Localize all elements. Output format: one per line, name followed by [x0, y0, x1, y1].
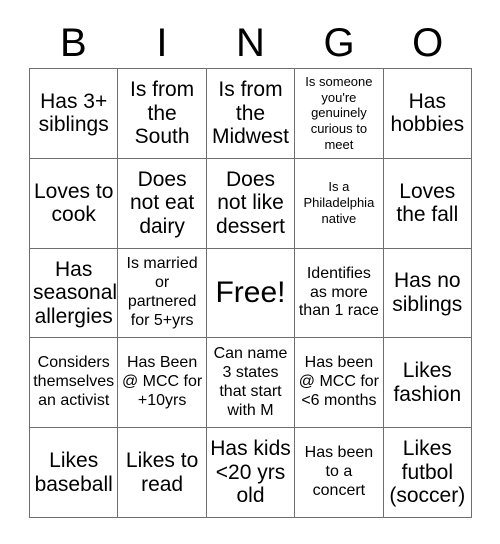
free-space-label: Free!	[215, 276, 286, 310]
bingo-cell-label: Has seasonal allergies	[33, 257, 118, 328]
bingo-cell-label: Is married or partnered for 5+yrs	[126, 255, 198, 329]
bingo-cell-b3[interactable]: Has seasonal allergies	[30, 248, 119, 339]
bingo-cell-g3[interactable]: Identifies as more than 1 race	[295, 248, 384, 339]
bingo-cell-label: Is from the South	[130, 78, 195, 149]
bingo-cell-i3[interactable]: Is married or partnered for 5+yrs	[118, 248, 207, 339]
bingo-header-letter-b: B	[59, 20, 87, 65]
bingo-cell-label: Does not eat dairy	[129, 167, 195, 238]
bingo-cell-label: Loves the fall	[396, 179, 459, 227]
bingo-cell-label: Considers themselves an activist	[33, 354, 115, 410]
bingo-cell-label: Is a Philadelphia native	[303, 179, 375, 227]
bingo-cell-label: Is someone you're genuinely curious to m…	[305, 73, 373, 153]
bingo-cell-i4[interactable]: Has Been @ MCC for +10yrs	[118, 338, 207, 429]
bingo-cell-n4[interactable]: Can name 3 states that start with M	[206, 338, 296, 429]
bingo-cell-b4[interactable]: Considers themselves an activist	[30, 338, 119, 429]
bingo-cell-label: Has kids <20 yrs old	[210, 437, 291, 508]
bingo-cell-b5[interactable]: Likes baseball	[30, 428, 119, 518]
bingo-cell-label: Can name 3 states that start with M	[213, 345, 288, 419]
bingo-grid: Has 3+ siblings Is from the South Is fro…	[29, 68, 472, 518]
bingo-cell-g4[interactable]: Has been @ MCC for <6 months	[295, 338, 384, 429]
bingo-cell-free-space[interactable]: Free!	[206, 248, 296, 339]
bingo-cell-label: Likes fashion	[393, 359, 462, 406]
bingo-cell-label: Likes to read	[125, 449, 199, 496]
bingo-header-row: B I N G O	[29, 17, 472, 68]
bingo-cell-i1[interactable]: Is from the South	[118, 69, 207, 159]
bingo-cell-label: Has been @ MCC for <6 months	[298, 354, 380, 410]
bingo-cell-g2[interactable]: Is a Philadelphia native	[295, 158, 384, 249]
bingo-cell-label: Identifies as more than 1 race	[298, 264, 379, 320]
bingo-cell-label: Has been to a concert	[304, 444, 374, 500]
bingo-cell-label: Likes baseball	[34, 449, 113, 496]
bingo-cell-label: Loves to cook	[34, 179, 114, 227]
bingo-cell-g5[interactable]: Has been to a concert	[295, 428, 384, 518]
bingo-cell-label: Has 3+ siblings	[38, 89, 109, 137]
bingo-cell-o3[interactable]: Has no siblings	[383, 248, 472, 339]
bingo-cell-label: Has no siblings	[392, 269, 463, 316]
bingo-header-letter-o: O	[412, 20, 444, 65]
bingo-card: B I N G O Has 3+ siblings Is from the So…	[0, 0, 500, 544]
bingo-cell-label: Has hobbies	[390, 89, 465, 137]
bingo-cell-g1[interactable]: Is someone you're genuinely curious to m…	[295, 69, 384, 159]
bingo-cell-n1[interactable]: Is from the Midwest	[206, 69, 296, 159]
bingo-cell-o5[interactable]: Likes futbol (soccer)	[383, 428, 472, 518]
bingo-cell-label: Does not like dessert	[216, 167, 285, 238]
bingo-cell-n5[interactable]: Has kids <20 yrs old	[206, 428, 296, 518]
bingo-cell-b2[interactable]: Loves to cook	[30, 158, 119, 249]
bingo-cell-i5[interactable]: Likes to read	[118, 428, 207, 518]
bingo-cell-label: Has Been @ MCC for +10yrs	[121, 354, 203, 410]
bingo-header-letter-g: G	[323, 20, 355, 65]
bingo-cell-label: Likes futbol (soccer)	[389, 437, 466, 508]
bingo-cell-o2[interactable]: Loves the fall	[383, 158, 472, 249]
bingo-header-letter-i: I	[156, 20, 168, 65]
bingo-header-letter-n: N	[236, 20, 265, 65]
bingo-cell-n2[interactable]: Does not like dessert	[206, 158, 296, 249]
bingo-cell-b1[interactable]: Has 3+ siblings	[30, 69, 119, 159]
bingo-cell-i2[interactable]: Does not eat dairy	[118, 158, 207, 249]
bingo-cell-label: Is from the Midwest	[211, 78, 289, 149]
bingo-cell-o4[interactable]: Likes fashion	[383, 338, 472, 429]
bingo-cell-o1[interactable]: Has hobbies	[383, 69, 472, 159]
